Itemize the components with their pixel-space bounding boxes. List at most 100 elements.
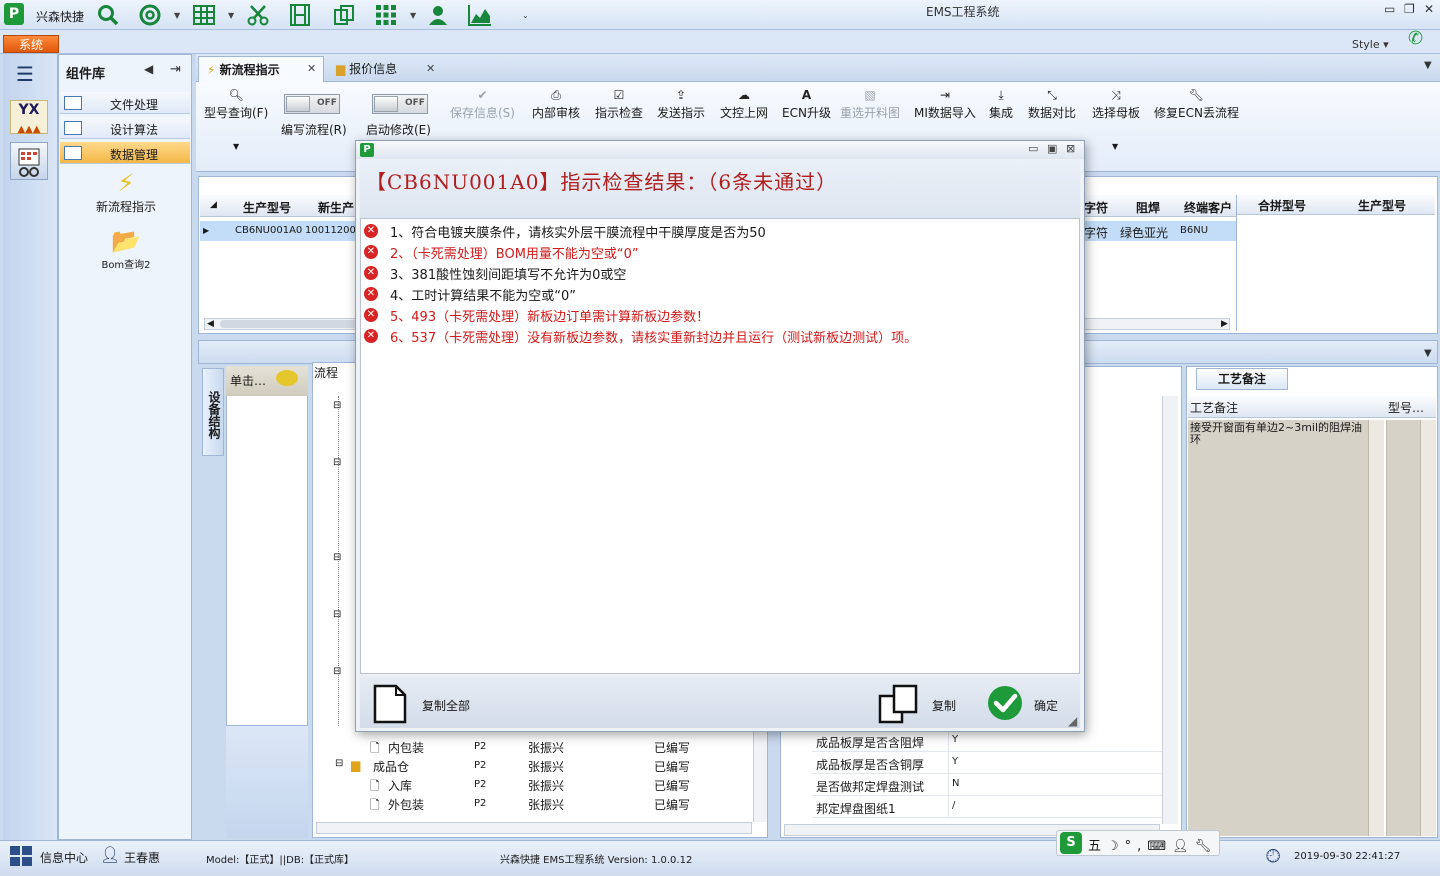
prop-value[interactable]: Y xyxy=(952,756,958,767)
chevron-down-icon[interactable]: ▼ xyxy=(233,142,239,151)
grid-icon[interactable] xyxy=(374,3,398,27)
scissors-icon[interactable] xyxy=(246,3,270,27)
chat-bubble-icon[interactable] xyxy=(276,370,298,386)
chevron-down-icon[interactable]: ▼ xyxy=(1112,142,1118,151)
table-icon[interactable] xyxy=(192,3,216,27)
tool-new-flow-instruction[interactable]: ⚡ 新流程指示 xyxy=(86,168,166,215)
table-row[interactable]: 成品板厚是否含铜厚 Y xyxy=(812,752,1162,774)
data-compare-button[interactable]: ⤡ 数据对比 xyxy=(1028,88,1076,121)
craft-note-cell[interactable] xyxy=(1188,420,1384,836)
minimize-icon[interactable]: ▭ xyxy=(1028,142,1038,155)
grid-windows-icon[interactable] xyxy=(10,846,32,869)
list-item[interactable]: ✕ 2、（卡死需处理）BOM用量不能为空或“0” xyxy=(364,242,1074,262)
list-item[interactable]: ✕ 1、符合电镀夹膜条件，请核实外层干膜流程中干膜厚度是否为50 xyxy=(364,221,1074,241)
tree-collapse-icon[interactable]: ⊟ xyxy=(335,758,343,769)
craft-note-scrollbar[interactable] xyxy=(1368,420,1384,836)
repair-ecn-lost-flow-button[interactable]: 🔧︎ 修复ECN丢流程 xyxy=(1154,88,1239,121)
cell-customer[interactable]: B6NU xyxy=(1180,225,1208,236)
ok-button[interactable]: 确定 xyxy=(986,684,1066,724)
instruction-check-button[interactable]: ☑ 指示检查 xyxy=(595,88,643,121)
tree-collapse-icon[interactable]: ⊟ xyxy=(333,552,341,563)
properties-vertical-scrollbar[interactable] xyxy=(1162,396,1178,824)
table-row[interactable]: 成品板厚是否含阻焊 Y xyxy=(812,730,1162,752)
model-query-button[interactable]: 🔍︎ 型号查询(F) xyxy=(204,88,268,121)
list-item[interactable]: ✕ 3、381酸性蚀刻间距填写不允许为0或空 xyxy=(364,263,1074,283)
tree-collapse-icon[interactable]: ⊟ xyxy=(333,457,341,468)
lifebuoy-icon[interactable] xyxy=(138,3,162,27)
column-header[interactable]: 生产型号 xyxy=(1358,197,1406,214)
list-item[interactable]: ✕ 6、537（卡死需处理）没有新板边参数，请核实重新封边并且运行（测试新板边测试… xyxy=(364,326,1074,346)
column-header[interactable]: 终端客户 xyxy=(1184,199,1232,216)
tab-close-icon[interactable]: ✕ xyxy=(426,62,435,75)
tab-craft-notes[interactable]: 工艺备注 xyxy=(1196,368,1288,390)
resize-grip-icon[interactable]: ◢ xyxy=(1068,714,1077,728)
craft-type-scrollbar[interactable] xyxy=(1420,420,1436,836)
flow-horizontal-scrollbar[interactable] xyxy=(316,822,752,834)
cell-soldermask[interactable]: 绿色亚光 xyxy=(1120,224,1168,241)
integrate-button[interactable]: ⤓ 集成 xyxy=(989,88,1013,121)
chevron-down-icon[interactable]: ⌄ xyxy=(522,11,529,20)
internal-review-button[interactable]: ⎙ 内部审核 xyxy=(532,88,580,121)
category-file-processing[interactable]: 文件处理 xyxy=(60,92,190,114)
prop-value[interactable]: N xyxy=(952,778,959,789)
ime-mode[interactable]: 五☽°,⌨👤︎🔧︎ xyxy=(1088,835,1217,854)
select-motherboard-button[interactable]: ⤨ 选择母板 xyxy=(1092,88,1140,121)
tab-quote-info[interactable]: ▆ 报价信息 xyxy=(328,56,438,82)
flow-vertical-scrollbar[interactable] xyxy=(753,728,767,822)
style-dropdown[interactable]: Style ▾ xyxy=(1352,38,1389,51)
doc-control-online-button[interactable]: ☁ 文控上网 xyxy=(720,88,768,121)
scroll-right-icon[interactable]: ▶ xyxy=(1221,319,1228,329)
cell-model[interactable]: CB6NU001A0 xyxy=(235,225,302,236)
category-design-algorithm[interactable]: 设计算法 xyxy=(60,117,190,139)
list-item[interactable]: ✕ 5、493（卡死需处理）新板边订单需计算新板边参数！ xyxy=(364,305,1074,325)
rail-app-calculator-icon[interactable] xyxy=(10,142,48,180)
tab-equipment-structure[interactable]: 设备结构 xyxy=(202,368,224,456)
column-header[interactable]: 字符 xyxy=(1084,199,1108,216)
rail-app-yx-icon[interactable]: YX ▲▲▲ xyxy=(10,100,48,135)
minimize-icon[interactable]: ▭ xyxy=(1384,2,1395,16)
cell-silkscreen[interactable]: 字符 xyxy=(1084,224,1108,241)
mi-data-import-button[interactable]: ⇥ MI数据导入 xyxy=(914,88,976,121)
save-info-button[interactable]: ✔ 保存信息(S) xyxy=(450,88,515,121)
copy-icon[interactable] xyxy=(332,3,356,27)
close-icon[interactable]: ✕ xyxy=(1424,2,1434,16)
hamburger-menu-icon[interactable]: ☰ xyxy=(16,62,34,86)
film-icon[interactable] xyxy=(288,3,312,27)
chevron-down-icon[interactable]: ▼ xyxy=(174,11,180,20)
restore-icon[interactable]: ▣ xyxy=(1047,142,1057,155)
info-center-link[interactable]: 信息中心 xyxy=(40,849,88,866)
reselect-cutting-chart-button[interactable]: ▧ 重选开料图 xyxy=(840,88,900,121)
restore-icon[interactable]: ❐ xyxy=(1404,2,1415,16)
phone-icon[interactable]: ✆ xyxy=(1408,28,1423,49)
tab-close-icon[interactable]: ✕ xyxy=(307,62,316,75)
cell-new-model[interactable]: 100112000 xyxy=(305,225,362,236)
column-header[interactable]: 阻焊 xyxy=(1136,199,1160,216)
search-icon[interactable] xyxy=(96,3,120,27)
table-row[interactable]: 是否做邦定焊盘测试 N xyxy=(812,774,1162,796)
chevron-down-icon[interactable]: ▼ xyxy=(228,11,234,20)
tree-collapse-icon[interactable]: ⊟ xyxy=(333,609,341,620)
collapse-left-icon[interactable]: ◀ xyxy=(144,62,153,76)
chevron-down-icon[interactable]: ▼ xyxy=(410,11,416,20)
column-header[interactable]: 新生产 xyxy=(318,199,354,216)
column-header[interactable]: 工艺备注 xyxy=(1190,399,1238,416)
send-instruction-button[interactable]: ⇪ 发送指示 xyxy=(657,88,705,121)
prop-value[interactable]: Y xyxy=(952,734,958,745)
column-header[interactable]: 型号… xyxy=(1388,399,1424,416)
scroll-left-icon[interactable]: ◀ xyxy=(207,319,214,329)
copy-button[interactable]: 复制 xyxy=(878,684,964,724)
area-chart-icon[interactable] xyxy=(468,3,492,27)
ecn-upgrade-button[interactable]: A ECN升级 xyxy=(782,88,831,121)
user-icon[interactable] xyxy=(426,3,450,27)
click-hint[interactable]: 单击… xyxy=(230,372,266,389)
tool-bom-query[interactable]: 📂 Bom查询2 xyxy=(86,226,166,271)
tree-collapse-icon[interactable]: ⊟ xyxy=(333,666,341,677)
write-flow-toggle[interactable]: OFF xyxy=(284,94,340,114)
system-menu-tab[interactable]: 系统 xyxy=(3,35,59,53)
chevron-down-icon[interactable]: ▼ xyxy=(1424,348,1432,359)
tab-new-flow-instruction[interactable]: ⚡ 新流程指示 xyxy=(198,56,324,82)
prop-value[interactable]: / xyxy=(952,800,955,811)
tree-collapse-icon[interactable]: ⊟ xyxy=(333,400,341,411)
pin-icon[interactable]: ⇥ xyxy=(170,62,181,77)
column-header[interactable]: 生产型号 xyxy=(243,199,291,216)
